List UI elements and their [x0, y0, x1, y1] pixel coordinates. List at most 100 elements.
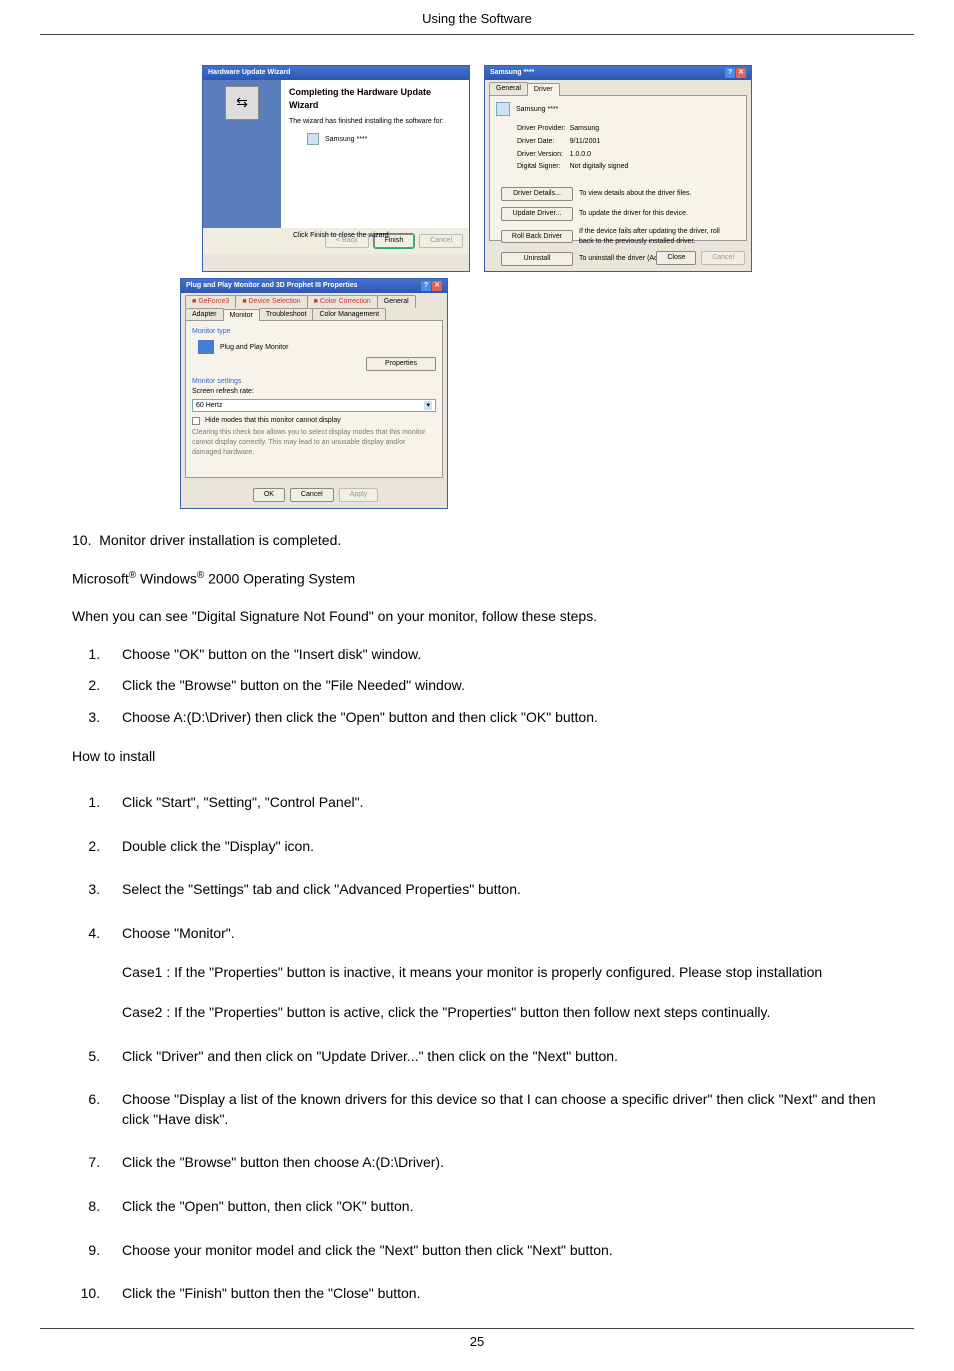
tab-adapter[interactable]: Adapter [185, 308, 224, 321]
update-driver-button[interactable]: Update Driver... [501, 207, 573, 221]
driver-version-value: 1.0.0.0 [569, 149, 630, 161]
cancel-button[interactable]: Cancel [419, 234, 463, 248]
list-item: Choose "Display a list of the known driv… [104, 1078, 882, 1141]
tab-geforce[interactable]: ■ GeForce3 [185, 295, 236, 308]
tab-monitor[interactable]: Monitor [223, 309, 260, 322]
close-icon[interactable]: ✕ [736, 68, 746, 78]
hide-modes-label: Hide modes that this monitor cannot disp… [205, 417, 341, 424]
signature-steps: Choose "OK" button on the "Insert disk" … [72, 639, 882, 734]
driver-provider-value: Samsung [569, 123, 630, 135]
samsung-driver-dialog: Samsung **** ? ✕ General Driver Samsung … [484, 65, 752, 272]
tab-bar: ■ GeForce3 ■ Device Selection ■ Color Co… [181, 293, 447, 321]
hide-modes-checkbox[interactable] [192, 417, 200, 425]
apply-button[interactable]: Apply [339, 488, 379, 502]
list-item: Click the "Browse" button on the "File N… [104, 670, 882, 702]
list-item: Click "Start", "Setting", "Control Panel… [104, 781, 882, 825]
refresh-rate-value: 60 Hertz [196, 401, 222, 411]
step-10: 10. Monitor driver installation is compl… [72, 531, 882, 551]
signature-line: When you can see "Digital Signature Not … [72, 607, 882, 627]
list-item: Click "Driver" and then click on "Update… [104, 1035, 882, 1079]
monitor-icon [307, 133, 319, 145]
digital-signer-label: Digital Signer: [516, 161, 567, 173]
dialog-title: Samsung **** [490, 68, 534, 78]
list-item: Click the "Browse" button then choose A:… [104, 1141, 882, 1185]
window-controls: ? ✕ [421, 281, 442, 291]
wizard-device: Samsung **** [307, 133, 461, 145]
window-controls: ? ✕ [725, 68, 746, 78]
list-item: Click the "Finish" button then the "Clos… [104, 1272, 882, 1316]
tab-color-correction[interactable]: ■ Color Correction [307, 295, 378, 308]
wizard-icon: ⇆ [225, 86, 259, 120]
dialog-title-bar: Samsung **** ? ✕ [485, 66, 751, 80]
tab-bar: General Driver [485, 80, 751, 95]
help-icon[interactable]: ? [421, 281, 431, 291]
tab-content: Samsung **** Driver Provider:Samsung Dri… [489, 95, 747, 241]
monitor-type-row: Plug and Play Monitor [198, 340, 436, 354]
driver-info-table: Driver Provider:Samsung Driver Date:9/11… [514, 122, 631, 174]
list-item: Click the "Open" button, then click "OK"… [104, 1185, 882, 1229]
tab-troubleshoot[interactable]: Troubleshoot [259, 308, 314, 321]
dialog-title: Plug and Play Monitor and 3D Prophet III… [186, 281, 358, 291]
content: Hardware Update Wizard ⇆ Completing the … [0, 35, 954, 1316]
tab-content: Monitor type Plug and Play Monitor Prope… [185, 320, 443, 478]
driver-details-text: To view details about the driver files. [578, 186, 736, 202]
cancel-button[interactable]: Cancel [290, 488, 334, 502]
wizard-content: Completing the Hardware Update Wizard Th… [281, 80, 469, 228]
monitor-icon [198, 340, 214, 354]
dialog-footer: OK Cancel Apply [181, 482, 447, 508]
properties-button[interactable]: Properties [366, 357, 436, 371]
list-item: Double click the "Display" icon. [104, 825, 882, 869]
chevron-down-icon: ▾ [424, 401, 432, 411]
hide-modes-row: Hide modes that this monitor cannot disp… [192, 416, 436, 426]
wizard-finish-text: Click Finish to close the wizard. [293, 231, 391, 241]
refresh-rate-select[interactable]: 60 Hertz ▾ [192, 399, 436, 413]
monitor-type-value: Plug and Play Monitor [220, 344, 288, 351]
list-item: Choose your monitor model and click the … [104, 1229, 882, 1273]
list-item: Select the "Settings" tab and click "Adv… [104, 868, 882, 912]
help-icon[interactable]: ? [725, 68, 735, 78]
monitor-properties-dialog: Plug and Play Monitor and 3D Prophet III… [180, 278, 448, 509]
driver-date-label: Driver Date: [516, 136, 567, 148]
tab-general[interactable]: General [377, 295, 416, 308]
screenshot-row-1: Hardware Update Wizard ⇆ Completing the … [72, 65, 882, 272]
wizard-text: The wizard has finished installing the s… [289, 117, 461, 127]
refresh-label: Screen refresh rate: [192, 387, 436, 397]
update-driver-text: To update the driver for this device. [578, 206, 736, 222]
driver-head: Samsung **** [516, 106, 558, 113]
driver-date-value: 9/11/2001 [569, 136, 630, 148]
case2-text: Case2 : If the "Properties" button is ac… [122, 1003, 882, 1023]
tab-driver[interactable]: Driver [527, 83, 560, 96]
list-item: Choose A:(D:\Driver) then click the "Ope… [104, 702, 882, 734]
driver-details-button[interactable]: Driver Details... [501, 187, 573, 201]
monitor-type-section: Monitor type [192, 327, 436, 337]
case1-text: Case1 : If the "Properties" button is in… [122, 963, 882, 983]
monitor-settings-section: Monitor settings [192, 377, 436, 387]
wizard-heading: Completing the Hardware Update Wizard [289, 86, 461, 111]
dialog-title-bar: Plug and Play Monitor and 3D Prophet III… [181, 279, 447, 293]
close-icon[interactable]: ✕ [432, 281, 442, 291]
device-name: Samsung **** [325, 136, 367, 143]
monitor-icon [496, 102, 510, 116]
close-button[interactable]: Close [656, 251, 696, 265]
driver-version-label: Driver Version: [516, 149, 567, 161]
tab-general[interactable]: General [489, 82, 528, 95]
dialog-title: Hardware Update Wizard [208, 68, 290, 78]
wizard-sidebar: ⇆ [203, 80, 281, 228]
ok-button[interactable]: OK [253, 488, 285, 502]
driver-provider-label: Driver Provider: [516, 123, 567, 135]
how-to-install-heading: How to install [72, 747, 882, 767]
hardware-update-wizard-dialog: Hardware Update Wizard ⇆ Completing the … [202, 65, 470, 272]
dialog-title-bar: Hardware Update Wizard [203, 66, 469, 80]
how-to-install-steps: Click "Start", "Setting", "Control Panel… [72, 781, 882, 1316]
digital-signer-value: Not digitally signed [569, 161, 630, 173]
uninstall-button[interactable]: Uninstall [501, 252, 573, 266]
dialog-body: ⇆ Completing the Hardware Update Wizard … [203, 80, 469, 228]
rollback-driver-button[interactable]: Roll Back Driver [501, 230, 573, 244]
list-item: Choose "OK" button on the "Insert disk" … [104, 639, 882, 671]
os-line: Microsoft® Windows® 2000 Operating Syste… [72, 569, 882, 589]
hide-modes-warning: Clearing this check box allows you to se… [192, 428, 436, 457]
tab-color-management[interactable]: Color Management [312, 308, 386, 321]
screenshot-row-2: Plug and Play Monitor and 3D Prophet III… [180, 278, 882, 509]
cancel-button[interactable]: Cancel [701, 251, 745, 265]
tab-device-selection[interactable]: ■ Device Selection [235, 295, 307, 308]
